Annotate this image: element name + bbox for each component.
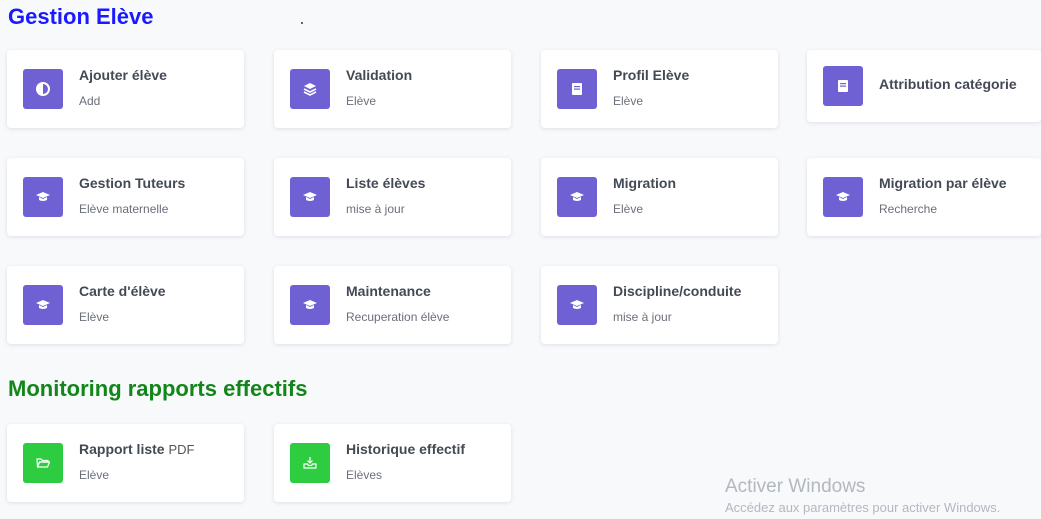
graduation-cap-icon bbox=[290, 285, 330, 325]
section-title-monitoring: Monitoring rapports effectifs bbox=[8, 376, 308, 401]
graduation-cap-icon bbox=[290, 177, 330, 217]
card-subtitle: Elève bbox=[613, 94, 644, 108]
card-subtitle: Elève bbox=[79, 468, 110, 482]
card-discipline-conduite[interactable]: Discipline/conduite mise à jour bbox=[541, 266, 778, 344]
card-title: Liste élèves bbox=[346, 175, 426, 191]
windows-activation-watermark-title: Activer Windows bbox=[725, 476, 866, 497]
book-icon bbox=[823, 66, 863, 106]
inbox-download-icon bbox=[290, 443, 330, 483]
card-title: Carte d'élève bbox=[79, 283, 166, 299]
half-circle-icon bbox=[23, 69, 63, 109]
card-rapport-liste[interactable]: Rapport liste PDF Elève bbox=[7, 424, 244, 502]
card-title: Migration bbox=[613, 175, 676, 191]
card-subtitle: mise à jour bbox=[613, 310, 672, 324]
card-liste-eleves[interactable]: Liste élèves mise à jour bbox=[274, 158, 511, 236]
folder-open-icon bbox=[23, 443, 63, 483]
card-title: Migration par élève bbox=[879, 175, 1007, 191]
card-profil-eleve[interactable]: Profil Elève Elève bbox=[541, 50, 778, 128]
card-subtitle: Elève bbox=[613, 202, 644, 216]
card-title: Historique effectif bbox=[346, 441, 466, 457]
card-maintenance[interactable]: Maintenance Recuperation élève bbox=[274, 266, 511, 344]
card-subtitle: Elève bbox=[346, 94, 377, 108]
card-title: Discipline/conduite bbox=[613, 283, 742, 299]
graduation-cap-icon bbox=[23, 177, 63, 217]
card-subtitle: mise à jour bbox=[346, 202, 405, 216]
card-title: Maintenance bbox=[346, 283, 431, 299]
graduation-cap-icon bbox=[823, 177, 863, 217]
card-title: Validation bbox=[346, 67, 413, 83]
card-subtitle: Recherche bbox=[879, 202, 938, 216]
graduation-cap-icon bbox=[557, 285, 597, 325]
decorative-dot bbox=[301, 22, 303, 24]
card-subtitle: Add bbox=[79, 94, 101, 108]
card-title: Ajouter élève bbox=[79, 67, 167, 83]
card-ajouter-eleve[interactable]: Ajouter élève Add bbox=[7, 50, 244, 128]
card-subtitle: Recuperation élève bbox=[346, 310, 450, 324]
card-migration-par-eleve[interactable]: Migration par élève Recherche bbox=[807, 158, 1041, 236]
card-title-text: Rapport liste bbox=[79, 441, 165, 457]
card-carte-eleve[interactable]: Carte d'élève Elève bbox=[7, 266, 244, 344]
card-title: Rapport liste PDF bbox=[79, 441, 194, 457]
card-attribution-categorie[interactable]: Attribution catégorie bbox=[807, 50, 1041, 122]
graduation-cap-icon bbox=[557, 177, 597, 217]
card-title: Profil Elève bbox=[613, 67, 690, 83]
card-validation[interactable]: Validation Elève bbox=[274, 50, 511, 128]
graduation-cap-icon bbox=[23, 285, 63, 325]
card-subtitle: Elèves bbox=[346, 468, 383, 482]
windows-activation-watermark-subtitle: Accédez aux paramètres pour activer Wind… bbox=[725, 500, 1001, 515]
card-title: Attribution catégorie bbox=[879, 76, 1017, 92]
card-subtitle: Elève maternelle bbox=[79, 202, 169, 216]
card-title-suffix: PDF bbox=[168, 442, 195, 457]
card-title: Gestion Tuteurs bbox=[79, 175, 186, 191]
card-subtitle: Elève bbox=[79, 310, 110, 324]
card-migration[interactable]: Migration Elève bbox=[541, 158, 778, 236]
layers-icon bbox=[290, 69, 330, 109]
section-title-gestion-eleve: Gestion Elève bbox=[8, 4, 154, 29]
book-icon bbox=[557, 69, 597, 109]
card-gestion-tuteurs[interactable]: Gestion Tuteurs Elève maternelle bbox=[7, 158, 244, 236]
card-historique-effectif[interactable]: Historique effectif Elèves bbox=[274, 424, 511, 502]
